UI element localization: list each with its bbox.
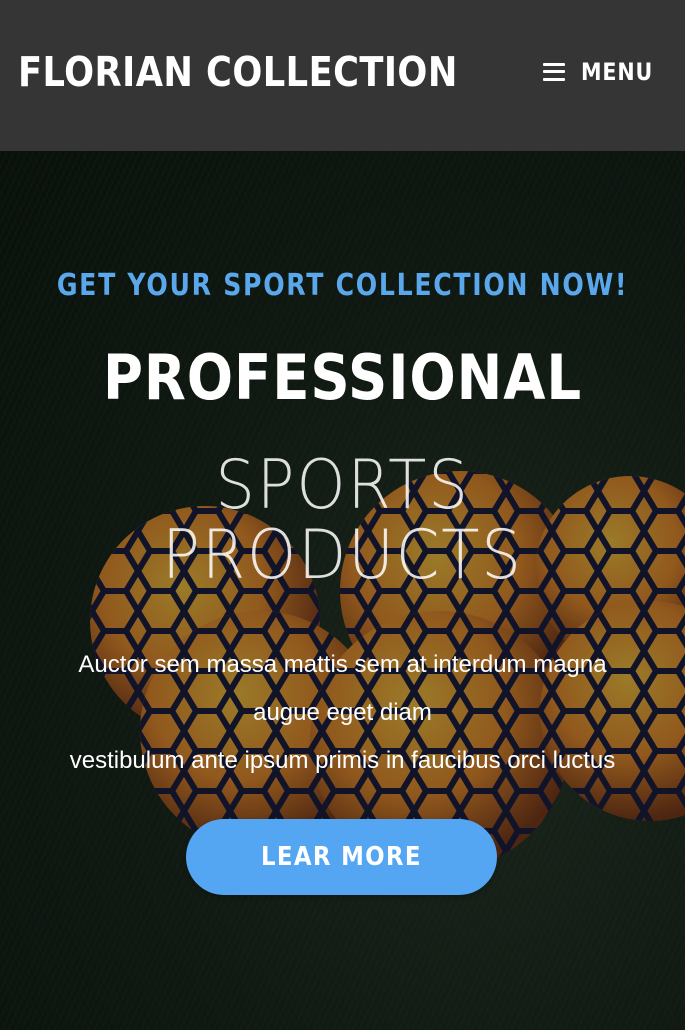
hero-subtitle: SPORTS PRODUCTS (27, 451, 657, 591)
hero-title: PROFESSIONAL (103, 341, 582, 414)
hamburger-icon[interactable] (543, 62, 566, 81)
hero-description: Auctor sem massa mattis sem at interdum … (30, 641, 655, 785)
site-header: FLORIAN COLLECTION MENU (0, 0, 685, 151)
hero-description-line-3: vestibulum ante ipsum primis in faucibus… (69, 747, 616, 774)
hero-subtitle-line-2: PRODUCTS (162, 516, 523, 595)
learn-more-button-label: LEAR MORE (261, 842, 422, 872)
hero-kicker: GET YOUR SPORT COLLECTION NOW! (56, 268, 629, 303)
hero-description-line-2: augue eget diam (253, 699, 432, 726)
hero-subtitle-line-1: SPORTS (215, 446, 470, 525)
hero-section: GET YOUR SPORT COLLECTION NOW! PROFESSIO… (0, 151, 685, 1030)
brand-logo-text[interactable]: FLORIAN COLLECTION (18, 48, 458, 96)
hero-content: GET YOUR SPORT COLLECTION NOW! PROFESSIO… (0, 151, 685, 1030)
menu-label[interactable]: MENU (581, 58, 653, 86)
hero-description-line-1: Auctor sem massa mattis sem at interdum … (78, 651, 607, 678)
learn-more-button[interactable]: LEAR MORE (186, 819, 497, 895)
menu-button[interactable]: MENU (543, 58, 665, 86)
